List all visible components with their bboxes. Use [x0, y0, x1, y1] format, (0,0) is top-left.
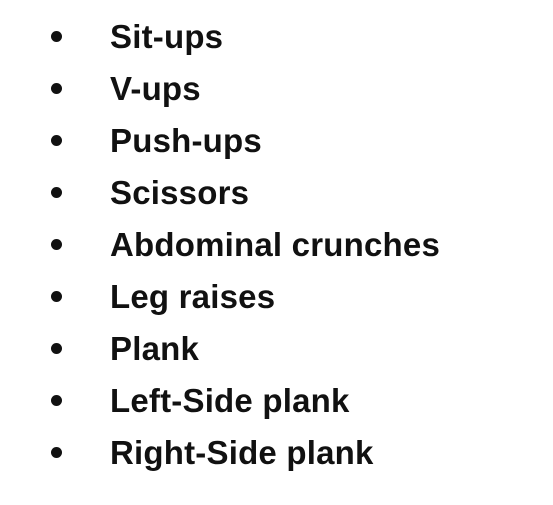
- bullet-icon: [51, 343, 62, 354]
- list-item-label: V-ups: [110, 70, 201, 107]
- bullet-icon: [51, 239, 62, 250]
- list-item: Plank: [0, 323, 553, 375]
- list-item: Leg raises: [0, 271, 553, 323]
- bullet-icon: [51, 447, 62, 458]
- list-item: Right-Side plank: [0, 427, 553, 479]
- list-item-label: Abdominal crunches: [110, 226, 440, 263]
- list-item: Sit-ups: [0, 11, 553, 63]
- list-item-label: Leg raises: [110, 278, 276, 315]
- list-item-label: Scissors: [110, 174, 250, 211]
- bullet-icon: [51, 83, 62, 94]
- bullet-icon: [51, 31, 62, 42]
- list-item: Push-ups: [0, 115, 553, 167]
- list-item: Scissors: [0, 167, 553, 219]
- bullet-icon: [51, 135, 62, 146]
- bullet-icon: [51, 395, 62, 406]
- list-item: Abdominal crunches: [0, 219, 553, 271]
- bullet-icon: [51, 187, 62, 198]
- list-item: Left-Side plank: [0, 375, 553, 427]
- list-item: V-ups: [0, 63, 553, 115]
- bullet-icon: [51, 291, 62, 302]
- list-item-label: Right-Side plank: [110, 434, 374, 471]
- list-item-label: Left-Side plank: [110, 382, 350, 419]
- list-item-label: Push-ups: [110, 122, 262, 159]
- exercise-list: Sit-ups V-ups Push-ups Scissors Abdomina…: [0, 11, 553, 479]
- list-item-label: Sit-ups: [110, 18, 224, 55]
- list-item-label: Plank: [110, 330, 200, 367]
